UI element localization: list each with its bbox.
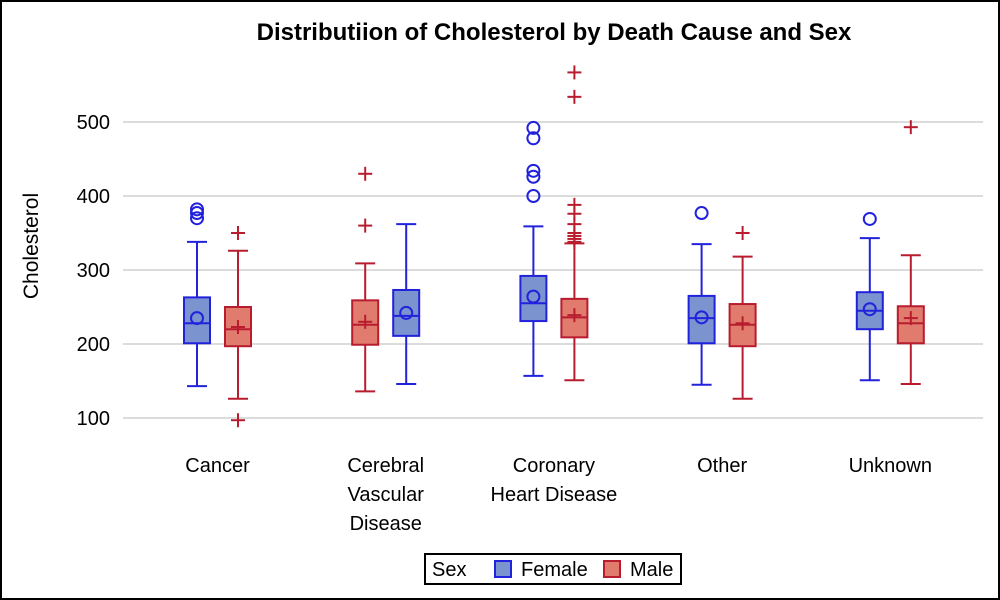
box-female [519,120,548,377]
x-tick-label-line: Disease [350,513,422,535]
legend-swatch-female [494,560,512,578]
x-tick-label-line: Heart Disease [491,484,618,506]
box-male [351,166,380,393]
box-iqr [183,296,211,345]
legend-label-male: Male [630,559,673,581]
outlier-point [567,197,582,212]
series-male [224,65,925,428]
chart-title: Distributiion of Cholesterol by Death Ca… [257,19,852,46]
x-tick-label: Other [697,455,747,477]
box-female [855,211,884,382]
y-tick-label: 500 [77,112,110,134]
box-iqr [519,274,548,323]
x-tick-label: Unknown [849,455,932,477]
outlier-point [735,226,750,240]
y-axis-label: Cholesterol [20,193,43,299]
outlier-point [231,226,245,240]
x-tick-label-line: Cerebral [347,455,424,477]
y-tick-label: 300 [77,260,110,282]
outlier-point [862,211,877,226]
box-iqr [687,294,716,345]
x-tick-label-line: Unknown [849,455,932,477]
box-plot-chart: Distributiion of Cholesterol by Death Ca… [20,19,983,585]
legend: Sex Female Male [424,553,682,585]
outlier-point [358,218,373,233]
x-tick-label-line: Coronary [513,455,595,477]
x-tick-label: Cancer [185,455,250,477]
y-tick-label: 400 [77,186,110,208]
y-tick-label: 200 [77,334,110,356]
outlier-point [231,413,245,428]
x-tick-label-line: Cancer [185,455,250,477]
x-tick-label: Coronary Heart Disease [491,455,618,506]
legend-title: Sex [432,559,466,581]
outlier-point [567,89,582,104]
x-tick-label: Cerebral Vascular Disease [347,455,424,535]
x-tick-label-line: Other [697,455,747,477]
box-female [183,202,211,388]
box-female [392,223,421,385]
x-axis-ticks: Cancer Cerebral Vascular Disease Coronary Hea… [185,455,932,535]
box-male [560,65,589,382]
box-male [224,226,252,428]
box-iqr [392,288,421,337]
y-tick-label: 100 [77,408,110,430]
legend-label-female: Female [521,559,588,581]
box-male [728,226,757,400]
outlier-point [358,166,373,181]
series-female [183,120,884,388]
y-axis-ticks: 100 200 300 400 500 [77,112,110,430]
legend-swatch-male [603,560,621,578]
gridlines [123,121,983,419]
box-series [183,65,925,428]
outlier-point [567,65,582,80]
outlier-point [694,206,709,221]
x-tick-label-line: Vascular [348,484,425,506]
box-female [687,206,716,386]
